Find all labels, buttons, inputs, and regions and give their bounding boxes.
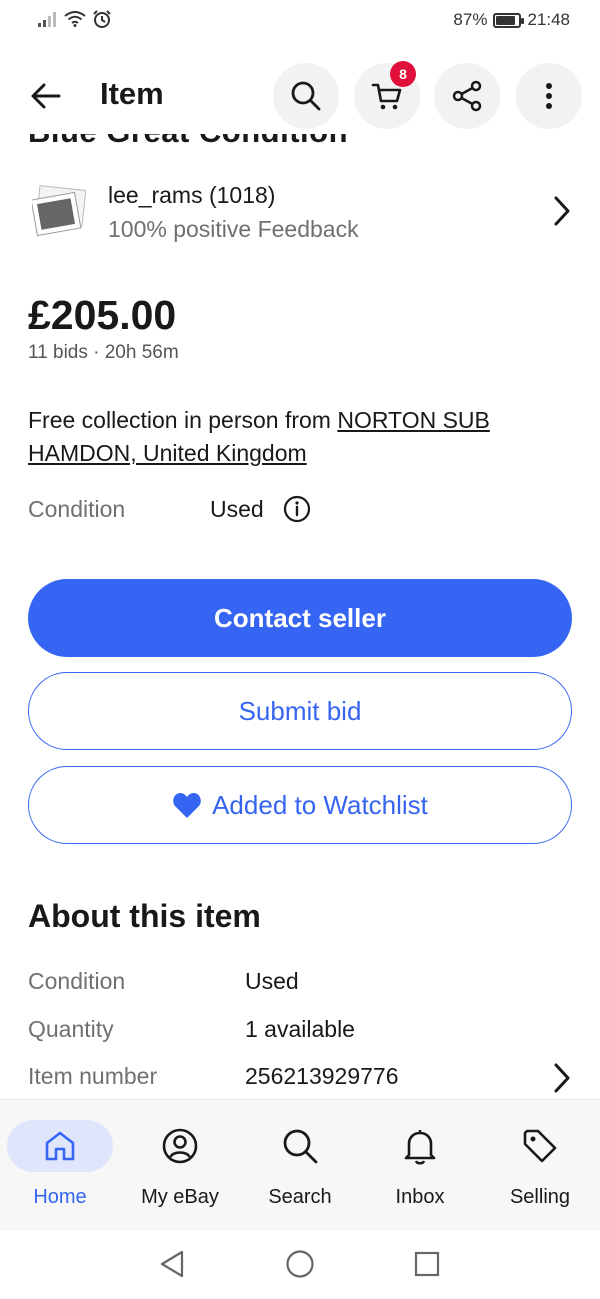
watchlist-button[interactable]: Added to Watchlist <box>28 766 572 844</box>
nav-my-ebay[interactable]: My eBay <box>120 1100 240 1232</box>
search-button[interactable] <box>273 63 339 129</box>
share-icon <box>452 80 482 112</box>
chevron-right-icon <box>554 1063 570 1093</box>
nav-home[interactable]: Home <box>0 1100 120 1232</box>
contact-seller-label: Contact seller <box>214 602 386 633</box>
search-icon <box>283 1129 318 1164</box>
nav-label: Home <box>33 1186 87 1208</box>
seller-feedback: 100% positive Feedback <box>108 216 359 242</box>
home-icon <box>45 1131 75 1161</box>
condition-row: Condition Used <box>28 494 572 526</box>
tag-icon <box>523 1129 557 1163</box>
share-button[interactable] <box>434 63 500 129</box>
status-right: 87% 21:48 <box>453 10 570 30</box>
alarm-icon <box>93 10 111 28</box>
seller-name: lee_rams (1018) <box>108 182 276 208</box>
item-price: £205.00 <box>28 292 177 338</box>
nav-label: Inbox <box>395 1186 445 1208</box>
app-bar: Item 8 <box>0 58 600 134</box>
bids-time-left: 11 bids · 20h 56m <box>28 342 179 363</box>
submit-bid-button[interactable]: Submit bid <box>28 672 572 750</box>
system-back-icon[interactable] <box>158 1249 186 1279</box>
back-button[interactable] <box>24 74 68 118</box>
signal-icon <box>38 12 56 27</box>
more-options-button[interactable] <box>516 63 582 129</box>
condition-label: Condition <box>28 496 126 522</box>
heart-icon <box>173 793 201 818</box>
nav-inbox[interactable]: Inbox <box>360 1100 480 1232</box>
cart-button[interactable]: 8 <box>354 61 420 129</box>
bell-icon <box>404 1130 436 1165</box>
item-title-cut: Blue Great Condition <box>28 134 568 154</box>
nav-search[interactable]: Search <box>240 1100 360 1232</box>
nav-label: My eBay <box>141 1186 219 1208</box>
more-vertical-icon <box>546 83 552 109</box>
nav-icon-wrap <box>7 1120 113 1172</box>
battery-icon <box>493 12 525 28</box>
page-title: Item <box>100 76 164 111</box>
nav-icon-wrap <box>127 1120 233 1172</box>
submit-bid-label: Submit bid <box>238 695 362 726</box>
spec-row-condition: Condition Used <box>28 966 572 1000</box>
seller-avatar-icon <box>32 185 86 237</box>
about-heading: About this item <box>28 898 261 934</box>
account-icon <box>162 1128 198 1164</box>
battery-level <box>496 15 516 25</box>
system-home-icon[interactable] <box>285 1249 315 1279</box>
nav-icon-wrap <box>247 1120 353 1172</box>
nav-label: Search <box>268 1186 332 1208</box>
seller-row[interactable]: lee_rams (1018) 100% positive Feedback <box>28 178 572 248</box>
collection-text: Free collection in person from <box>28 407 338 433</box>
cart-count-badge: 8 <box>390 61 416 87</box>
contact-seller-button[interactable]: Contact seller <box>28 579 572 657</box>
clock: 21:48 <box>527 10 570 29</box>
watchlist-label: Added to Watchlist <box>212 789 428 820</box>
spec-label: Quantity <box>28 1016 114 1042</box>
battery-percent: 87% <box>453 10 488 29</box>
search-icon <box>291 81 321 111</box>
bottom-nav: Home My eBay Search Inbox Selling <box>0 1099 600 1231</box>
spec-row-item-number[interactable]: Item number 256213929776 <box>28 1061 572 1095</box>
spec-label: Condition <box>28 968 126 994</box>
chevron-right-icon <box>554 196 570 226</box>
nav-selling[interactable]: Selling <box>480 1100 600 1232</box>
system-nav-bar <box>0 1231 600 1299</box>
spec-label: Item number <box>28 1063 158 1089</box>
system-recents-icon[interactable] <box>413 1249 441 1279</box>
spec-value: Used <box>245 968 299 994</box>
spec-row-quantity: Quantity 1 available <box>28 1014 572 1048</box>
nav-icon-wrap <box>487 1120 593 1172</box>
status-bar: 87% 21:48 <box>0 0 600 44</box>
spec-value: 256213929776 <box>245 1063 399 1089</box>
collection-info: Free collection in person from NORTON SU… <box>28 404 548 470</box>
wifi-icon <box>64 11 86 27</box>
nav-label: Selling <box>509 1186 571 1208</box>
condition-value: Used <box>210 496 264 522</box>
status-icons <box>38 10 112 28</box>
arrow-left-icon <box>31 83 61 109</box>
spec-value: 1 available <box>245 1016 355 1042</box>
info-icon[interactable] <box>282 494 312 524</box>
nav-icon-wrap <box>367 1120 473 1172</box>
